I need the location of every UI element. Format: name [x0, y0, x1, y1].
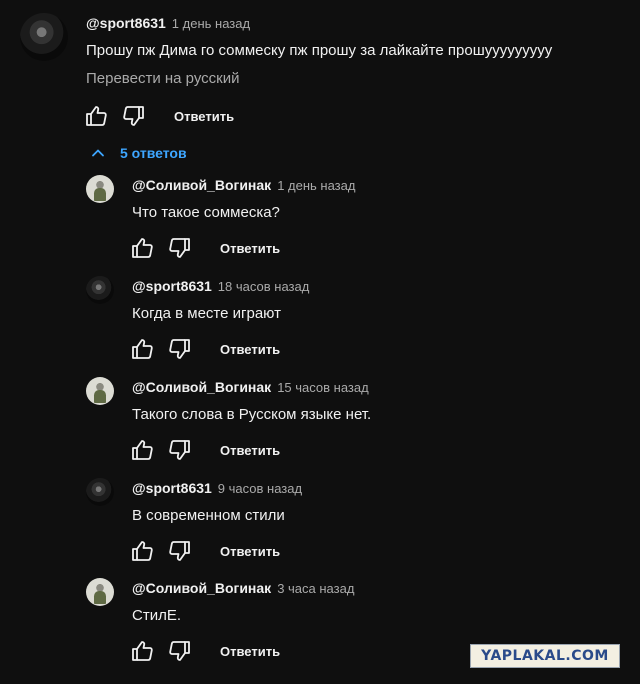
comment-time[interactable]: 1 день назад: [277, 178, 355, 193]
comment-author[interactable]: @sport8631 9 часов назад: [132, 480, 302, 496]
watermark: YAPLAKAL.COM: [470, 644, 620, 668]
comment-text: Такого слова в Русском языке нет.: [132, 406, 372, 423]
comment-text: В современном стили: [132, 507, 285, 524]
dislike-icon[interactable]: [168, 639, 192, 663]
comment-text: СтилЕ.: [132, 607, 182, 624]
avatar[interactable]: [86, 377, 114, 405]
chevron-up-icon: [92, 149, 104, 157]
comment-author[interactable]: @Соливой_Вогинак 15 часов назад: [132, 379, 369, 395]
comment-author[interactable]: @Соливой_Вогинак 3 часа назад: [132, 580, 354, 596]
avatar[interactable]: [86, 276, 114, 304]
reply-2: @sport8631 18 часов назад Когда в месте и…: [0, 273, 640, 368]
dislike-icon[interactable]: [168, 438, 192, 462]
author-name[interactable]: @Соливой_Вогинак: [132, 580, 271, 596]
comment-text: Прошу пж Дима го соммеску пж прошу за ла…: [86, 42, 553, 59]
dislike-icon[interactable]: [122, 104, 146, 128]
reply-4: @sport8631 9 часов назад В современном ст…: [0, 475, 640, 570]
avatar[interactable]: [86, 175, 114, 203]
comment-actions: Ответить: [130, 539, 280, 563]
like-icon[interactable]: [84, 104, 108, 128]
comment-time[interactable]: 15 часов назад: [277, 380, 369, 395]
reply-button[interactable]: Ответить: [220, 443, 280, 458]
reply-button[interactable]: Ответить: [174, 109, 234, 124]
replies-toggle[interactable]: 5 ответов: [90, 145, 187, 161]
reply-button[interactable]: Ответить: [220, 644, 280, 659]
comment-text: Что такое соммеска?: [132, 204, 280, 221]
comment-time[interactable]: 1 день назад: [172, 16, 250, 31]
author-name[interactable]: @Соливой_Вогинак: [132, 177, 271, 193]
dislike-icon[interactable]: [168, 236, 192, 260]
dislike-icon[interactable]: [168, 337, 192, 361]
comment-actions: Ответить: [130, 236, 280, 260]
reply-3: @Соливой_Вогинак 15 часов назад Такого сл…: [0, 374, 640, 469]
like-icon[interactable]: [130, 337, 154, 361]
author-name[interactable]: @sport8631: [132, 480, 212, 496]
avatar[interactable]: [20, 13, 68, 61]
avatar[interactable]: [86, 578, 114, 606]
top-comment: @sport8631 1 день назад Прошу пж Дима го …: [0, 0, 640, 140]
reply-button[interactable]: Ответить: [220, 544, 280, 559]
comment-author[interactable]: @Соливой_Вогинак 1 день назад: [132, 177, 355, 193]
like-icon[interactable]: [130, 539, 154, 563]
like-icon[interactable]: [130, 236, 154, 260]
like-icon[interactable]: [130, 438, 154, 462]
comment-actions: Ответить: [130, 337, 280, 361]
reply-button[interactable]: Ответить: [220, 342, 280, 357]
author-name[interactable]: @sport8631: [132, 278, 212, 294]
comment-time[interactable]: 18 часов назад: [218, 279, 310, 294]
comment-actions: Ответить: [130, 639, 280, 663]
reply-1: @Соливой_Вогинак 1 день назад Что такое с…: [0, 172, 640, 267]
translate-link[interactable]: Перевести на русский: [86, 70, 240, 87]
comment-author[interactable]: @sport8631 18 часов назад: [132, 278, 309, 294]
author-name[interactable]: @sport8631: [86, 15, 166, 31]
dislike-icon[interactable]: [168, 539, 192, 563]
avatar[interactable]: [86, 478, 114, 506]
like-icon[interactable]: [130, 639, 154, 663]
author-name[interactable]: @Соливой_Вогинак: [132, 379, 271, 395]
comment-time[interactable]: 9 часов назад: [218, 481, 302, 496]
comment-text: Когда в месте играют: [132, 305, 281, 322]
comment-time[interactable]: 3 часа назад: [277, 581, 354, 596]
reply-button[interactable]: Ответить: [220, 241, 280, 256]
replies-count-label[interactable]: 5 ответов: [120, 145, 187, 161]
comment-actions: Ответить: [130, 438, 280, 462]
comment-actions: Ответить: [84, 104, 234, 128]
comment-author[interactable]: @sport8631 1 день назад: [86, 15, 250, 31]
